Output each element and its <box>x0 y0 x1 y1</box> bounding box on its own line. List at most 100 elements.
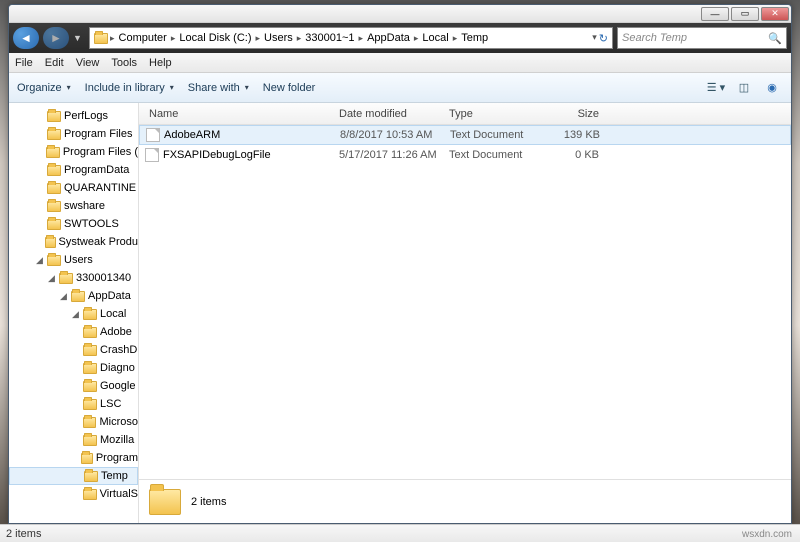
folder-icon <box>47 111 61 122</box>
tree-item[interactable]: ◢ Local <box>9 305 138 323</box>
tree-label: PerfLogs <box>64 110 108 122</box>
menu-edit[interactable]: Edit <box>45 57 64 69</box>
tree-item[interactable]: SWTOOLS <box>9 215 138 233</box>
nav-history-dropdown[interactable]: ▼ <box>73 33 85 43</box>
tree-label: Program Files <box>64 128 132 140</box>
tree-label: Local <box>100 308 126 320</box>
menu-file[interactable]: File <box>15 57 33 69</box>
tree-item[interactable]: Google <box>9 377 138 395</box>
organize-button[interactable]: Organize <box>17 82 71 94</box>
tree-item[interactable]: ◢ AppData <box>9 287 138 305</box>
breadcrumb-item[interactable]: Local Disk (C:) <box>177 32 253 44</box>
col-date[interactable]: Date modified <box>339 108 449 120</box>
address-dropdown[interactable]: ▾ <box>592 32 597 45</box>
folder-icon <box>47 201 61 212</box>
tree-label: SWTOOLS <box>64 218 119 230</box>
breadcrumb-item[interactable]: Temp <box>459 32 490 44</box>
tree-item[interactable]: Program Files ( <box>9 143 138 161</box>
tree-item[interactable]: Diagno <box>9 359 138 377</box>
twisty-icon: ◢ <box>47 273 56 284</box>
breadcrumb-item[interactable]: AppData <box>365 32 412 44</box>
file-list[interactable]: AdobeARM8/8/2017 10:53 AMText Document13… <box>139 125 791 479</box>
minimize-button[interactable]: — <box>701 7 729 21</box>
file-date: 8/8/2017 10:53 AM <box>340 129 450 141</box>
folder-icon <box>83 489 97 500</box>
close-button[interactable]: ✕ <box>761 7 789 21</box>
maximize-button[interactable]: ▭ <box>731 7 759 21</box>
include-library-button[interactable]: Include in library <box>85 82 174 94</box>
folder-icon <box>47 183 61 194</box>
tree-item[interactable]: Mozilla <box>9 431 138 449</box>
content-pane: Name Date modified Type Size AdobeARM8/8… <box>139 103 791 523</box>
menu-help[interactable]: Help <box>149 57 172 69</box>
chevron-right-icon: ▸ <box>255 33 260 44</box>
tree-item[interactable]: ◢330001340 <box>9 269 138 287</box>
details-count: 2 items <box>191 496 226 508</box>
tree-label: AppData <box>88 290 131 302</box>
folder-icon <box>47 219 61 230</box>
file-icon <box>145 148 159 162</box>
tree-label: swshare <box>64 200 105 212</box>
tree-item[interactable]: Microso <box>9 413 138 431</box>
tree-item[interactable]: ◢Users <box>9 251 138 269</box>
folder-icon <box>94 33 108 44</box>
file-size: 0 KB <box>549 149 609 161</box>
tree-item[interactable]: Temp <box>9 467 138 485</box>
file-type: Text Document <box>449 149 549 161</box>
address-bar[interactable]: ▸ Computer▸ Local Disk (C:)▸ Users▸ 3300… <box>89 27 613 49</box>
help-button[interactable]: ◉ <box>761 79 783 97</box>
breadcrumb-item[interactable]: Computer <box>117 32 169 44</box>
folder-icon <box>83 363 97 374</box>
tree-label: Microso <box>99 416 138 428</box>
tree-label: Program <box>96 452 138 464</box>
tree-item[interactable]: CrashD <box>9 341 138 359</box>
folder-icon <box>83 309 97 320</box>
col-name[interactable]: Name <box>139 108 339 120</box>
folder-icon <box>83 327 97 338</box>
tree-item[interactable]: ProgramData <box>9 161 138 179</box>
details-pane: 2 items <box>139 479 791 523</box>
tree-item[interactable]: LSC <box>9 395 138 413</box>
col-type[interactable]: Type <box>449 108 549 120</box>
view-options-button[interactable]: ☰ ▾ <box>705 79 727 97</box>
refresh-button[interactable]: ↻ <box>599 32 608 45</box>
chevron-right-icon: ▸ <box>359 33 364 44</box>
col-size[interactable]: Size <box>549 108 609 120</box>
breadcrumb-item[interactable]: 330001~1 <box>303 32 356 44</box>
folder-icon <box>149 489 181 515</box>
preview-pane-button[interactable]: ◫ <box>733 79 755 97</box>
tree-item[interactable]: PerfLogs <box>9 107 138 125</box>
nav-bar: ◄ ► ▼ ▸ Computer▸ Local Disk (C:)▸ Users… <box>9 23 791 53</box>
breadcrumb-item[interactable]: Users <box>262 32 295 44</box>
chevron-right-icon: ▸ <box>414 33 419 44</box>
tree-item[interactable]: Program <box>9 449 138 467</box>
breadcrumb-item[interactable]: Local <box>420 32 450 44</box>
body-panes: PerfLogsProgram FilesProgram Files (Prog… <box>9 103 791 523</box>
menu-tools[interactable]: Tools <box>111 57 137 69</box>
tree-item[interactable]: QUARANTINE <box>9 179 138 197</box>
tree-label: VirtualS <box>100 488 138 500</box>
share-with-button[interactable]: Share with <box>188 82 249 94</box>
folder-icon <box>47 129 61 140</box>
search-input[interactable]: Search Temp 🔍 <box>617 27 787 49</box>
new-folder-button[interactable]: New folder <box>263 82 316 94</box>
explorer-window: — ▭ ✕ ◄ ► ▼ ▸ Computer▸ Local Disk (C:)▸… <box>8 4 792 524</box>
file-row[interactable]: AdobeARM8/8/2017 10:53 AMText Document13… <box>139 125 791 145</box>
folder-icon <box>83 381 97 392</box>
tree-item[interactable]: Adobe <box>9 323 138 341</box>
folder-icon <box>83 399 97 410</box>
folder-icon <box>45 237 56 248</box>
file-row[interactable]: FXSAPIDebugLogFile5/17/2017 11:26 AMText… <box>139 145 791 165</box>
twisty-icon: ◢ <box>59 291 68 302</box>
tree-item[interactable]: Systweak Produ <box>9 233 138 251</box>
menu-bar: File Edit View Tools Help <box>9 53 791 73</box>
status-left: 2 items <box>6 528 41 540</box>
tree-item[interactable]: swshare <box>9 197 138 215</box>
folder-tree[interactable]: PerfLogsProgram FilesProgram Files (Prog… <box>9 103 139 523</box>
twisty-icon: ◢ <box>71 309 80 320</box>
tree-item[interactable]: Program Files <box>9 125 138 143</box>
tree-item[interactable]: VirtualS <box>9 485 138 503</box>
forward-button[interactable]: ► <box>43 27 69 49</box>
back-button[interactable]: ◄ <box>13 27 39 49</box>
menu-view[interactable]: View <box>76 57 100 69</box>
